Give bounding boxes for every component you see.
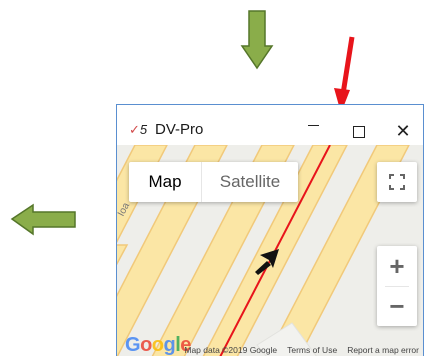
down-arrow-icon [240, 10, 274, 70]
left-arrow-icon [10, 203, 76, 236]
zoom-divider [385, 286, 409, 287]
close-icon: ✕ [395, 121, 411, 141]
maximize-icon [353, 125, 365, 138]
window-title: DV-Pro [155, 121, 204, 138]
terms-link[interactable]: Terms of Use [287, 345, 337, 355]
tab-map[interactable]: Map [129, 162, 201, 202]
minimize-button[interactable] [291, 113, 335, 145]
report-error-link[interactable]: Report a map error [347, 345, 419, 355]
map-data-credit: Map data ©2019 Google [184, 345, 278, 355]
app-logo-icon: ✓5 [129, 122, 147, 137]
map-type-control: Map Satellite [129, 162, 298, 202]
map-attribution: Map data ©2019 Google Terms of Use Repor… [117, 343, 423, 356]
fullscreen-icon [389, 174, 405, 190]
title-bar[interactable]: ✓5 DV-Pro ✕ [117, 105, 423, 145]
minimize-icon [307, 124, 319, 126]
red-arrow-icon [334, 36, 355, 113]
zoom-control: + − [377, 246, 417, 326]
zoom-in-button[interactable]: + [377, 246, 417, 286]
maximize-button[interactable] [337, 113, 381, 145]
zoom-out-button[interactable]: − [377, 286, 417, 326]
close-button[interactable]: ✕ [381, 113, 423, 145]
app-window: ✓5 DV-Pro ✕ Ioa Map Satellite + − Google… [116, 104, 424, 356]
tab-satellite[interactable]: Satellite [201, 162, 298, 202]
map-view[interactable]: Ioa Map Satellite + − Google Map data ©2… [117, 145, 423, 356]
fullscreen-button[interactable] [377, 162, 417, 202]
